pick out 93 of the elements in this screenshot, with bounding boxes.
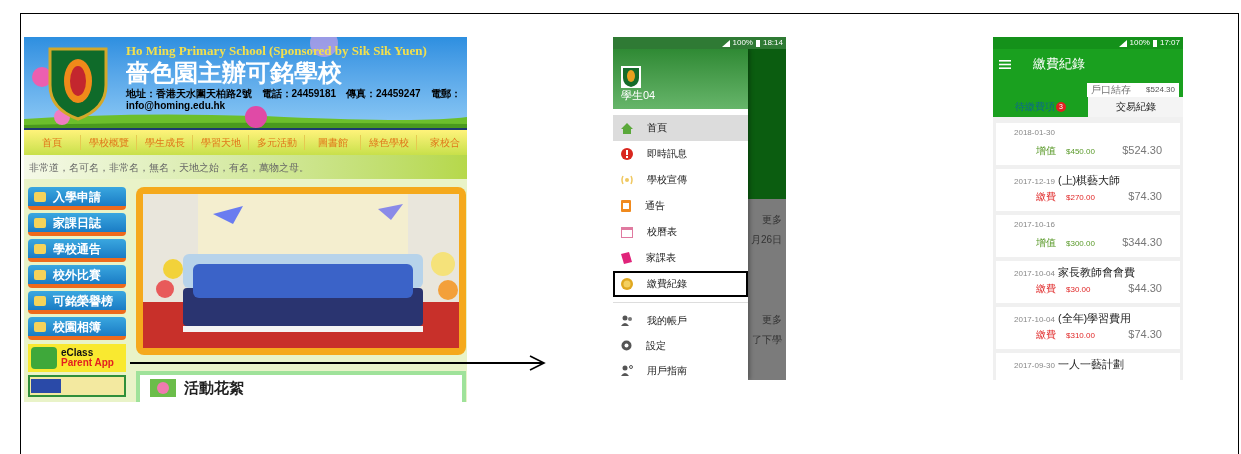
balance-after: $344.30 bbox=[1122, 237, 1162, 248]
background-text: 更多 bbox=[762, 315, 782, 325]
drawer-menu-item[interactable]: 學校宣傳 bbox=[613, 167, 748, 193]
drawer-menu-item[interactable]: 家課表 bbox=[613, 245, 748, 271]
transaction-amount: $30.00 bbox=[1066, 286, 1091, 294]
transaction-amount: $300.00 bbox=[1066, 240, 1095, 248]
drawer-menu-item[interactable]: 即時訊息 bbox=[613, 141, 748, 167]
nav-link[interactable]: 家校合 bbox=[416, 135, 467, 150]
app-subtitle: Parent App bbox=[61, 358, 114, 368]
transaction-date: 2018-01-30 bbox=[1014, 129, 1055, 137]
battery-percentage: 100% bbox=[1129, 39, 1150, 47]
side-menu-button[interactable]: 可銘榮譽榜 bbox=[28, 291, 126, 314]
section-heading: 活動花絮 bbox=[184, 379, 244, 397]
nav-link[interactable]: 首頁 bbox=[24, 135, 80, 150]
coin-icon bbox=[621, 278, 633, 290]
transaction-type: 繳費 bbox=[1036, 192, 1056, 202]
nav-link[interactable]: 綠色學校 bbox=[360, 135, 416, 150]
signal-icon bbox=[721, 39, 730, 47]
nav-link[interactable]: 學校概覽 bbox=[80, 135, 136, 150]
transaction-title: 家長教師會會費 bbox=[1057, 267, 1135, 278]
drawer-menu-item[interactable]: 校曆表 bbox=[613, 219, 748, 245]
nav-link[interactable]: 圖書館 bbox=[304, 135, 360, 150]
school-crest-icon bbox=[621, 66, 641, 88]
balance-amount: $524.30 bbox=[1146, 86, 1175, 94]
transaction-title: (上)棋藝大師 bbox=[1057, 175, 1121, 186]
balance-after: $524.30 bbox=[1122, 145, 1162, 156]
nav-link[interactable]: 學習天地 bbox=[192, 135, 248, 150]
transaction-title: (全年)學習費用 bbox=[1057, 313, 1132, 324]
transaction-type: 增值 bbox=[1036, 146, 1056, 156]
side-menu-button[interactable]: 學校通告 bbox=[28, 239, 126, 262]
side-menu-button[interactable]: 校園相簿 bbox=[28, 317, 126, 340]
status-time: 17:07 bbox=[1159, 39, 1180, 47]
document-icon bbox=[621, 200, 631, 212]
app-name: eClass bbox=[61, 348, 95, 358]
battery-icon bbox=[1152, 39, 1157, 47]
transaction-card[interactable]: 2017-10-04 家長教師會會費 繳費 $30.00 $44.30 bbox=[996, 261, 1180, 303]
transaction-amount: $270.00 bbox=[1066, 194, 1095, 202]
side-menu-button[interactable]: 入學申請 bbox=[28, 187, 126, 210]
menu-icon[interactable] bbox=[999, 59, 1011, 69]
transaction-amount: $450.00 bbox=[1066, 148, 1095, 156]
drawer-menu-item[interactable]: 用戶指南 bbox=[613, 358, 748, 380]
broadcast-icon bbox=[621, 175, 633, 185]
alert-bubble-icon bbox=[621, 148, 633, 160]
background-text: 了下學 bbox=[752, 335, 782, 345]
school-address: 地址：香港天水圍天柏路2號 電話：24459181 傳真：24459247 電郵：info@homing.edu.hk bbox=[126, 88, 461, 112]
drawer-menu-item[interactable]: 繳費紀錄 bbox=[613, 271, 748, 297]
transaction-card[interactable]: 2017-12-19 (上)棋藝大師 繳費 $270.00 $74.30 bbox=[996, 169, 1180, 211]
side-menu-button[interactable]: 家課日誌 bbox=[28, 213, 126, 236]
nav-link[interactable]: 學生成長 bbox=[136, 135, 192, 150]
balance-after: $74.30 bbox=[1128, 191, 1162, 202]
school-crest-icon bbox=[46, 45, 110, 121]
status-time: 18:14 bbox=[762, 39, 783, 47]
side-menu-button[interactable]: 校外比賽 bbox=[28, 265, 126, 288]
nav-link[interactable]: 多元活動 bbox=[248, 135, 304, 150]
transaction-card[interactable]: 2017-09-30 一人一藝計劃 bbox=[996, 353, 1180, 380]
transaction-card[interactable]: 2017-10-16 增值 $300.00 $344.30 bbox=[996, 215, 1180, 257]
transaction-title: 一人一藝計劃 bbox=[1057, 359, 1124, 370]
transaction-card[interactable]: 2017-10-04 (全年)學習費用 繳費 $310.00 $74.30 bbox=[996, 307, 1180, 349]
transaction-date: 2017-12-19 bbox=[1014, 178, 1055, 186]
balance-after: $74.30 bbox=[1128, 329, 1162, 340]
signal-icon bbox=[1118, 39, 1127, 47]
battery-icon bbox=[755, 39, 760, 47]
school-motto: 非常道，名可名，非常名，無名，天地之始，有名，萬物之母。 bbox=[29, 160, 309, 175]
background-text: 更多 bbox=[762, 215, 782, 225]
app-download-button[interactable]: eClass Parent App bbox=[28, 344, 126, 372]
people-icon bbox=[621, 315, 633, 326]
transaction-type: 繳費 bbox=[1036, 284, 1056, 294]
drawer-menu-item[interactable]: 設定 bbox=[613, 333, 748, 358]
transaction-date: 2017-10-16 bbox=[1014, 221, 1055, 229]
book-icon bbox=[621, 252, 632, 264]
balance-after: $44.30 bbox=[1128, 283, 1162, 294]
transaction-date: 2017-10-04 bbox=[1014, 270, 1055, 278]
drawer-menu-item[interactable]: 我的帳戶 bbox=[613, 308, 748, 333]
balance-label: 戶口結存 bbox=[1091, 85, 1131, 95]
user-name: 學生04 bbox=[621, 90, 657, 101]
transaction-date: 2017-10-04 bbox=[1014, 316, 1055, 324]
screen-title: 繳費紀錄 bbox=[1033, 55, 1085, 74]
transaction-type: 繳費 bbox=[1036, 330, 1056, 340]
drawer-menu-item[interactable]: 通告 bbox=[613, 193, 748, 219]
settings-icon bbox=[621, 340, 632, 351]
calendar-icon bbox=[621, 226, 633, 238]
drawer-menu-item[interactable]: 首頁 bbox=[613, 115, 748, 141]
user-help-icon bbox=[621, 365, 633, 376]
battery-percentage: 100% bbox=[732, 39, 753, 47]
transaction-type: 增值 bbox=[1036, 238, 1056, 248]
tab[interactable]: 交易紀錄 bbox=[1088, 97, 1183, 117]
app-icon bbox=[31, 347, 57, 369]
house-icon bbox=[621, 122, 633, 134]
school-name-english: Ho Ming Primary School (Sponsored by Sik Sik Yuen) bbox=[126, 43, 428, 58]
transaction-amount: $310.00 bbox=[1066, 332, 1095, 340]
transaction-card[interactable]: 2018-01-30 增值 $450.00 $524.30 bbox=[996, 123, 1180, 165]
transaction-date: 2017-09-30 bbox=[1014, 362, 1055, 370]
school-name-chinese: 嗇色園主辦可銘學校 bbox=[126, 59, 343, 87]
